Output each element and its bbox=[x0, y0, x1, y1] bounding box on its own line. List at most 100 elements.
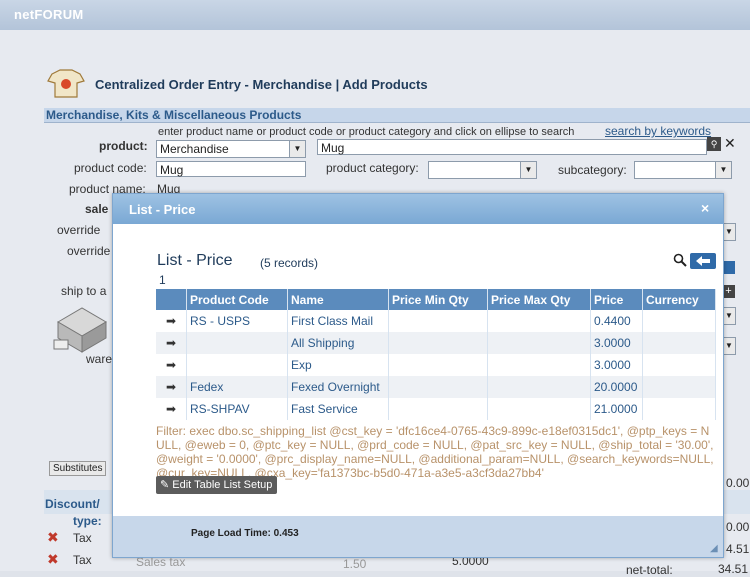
product-label: product: bbox=[99, 139, 148, 153]
product-code-cell: RS - USPS bbox=[186, 310, 288, 332]
right-value: 0.00 bbox=[726, 476, 750, 490]
edit-table-list-setup-button[interactable]: ✎ Edit Table List Setup bbox=[156, 476, 278, 494]
subcategory-select[interactable]: ▼ bbox=[634, 161, 732, 179]
max-qty-cell bbox=[487, 354, 591, 376]
list-title: List - Price bbox=[157, 252, 233, 269]
magnifier-icon[interactable] bbox=[673, 253, 687, 267]
override-label: override bbox=[57, 223, 101, 237]
edit-button-label: Edit Table List Setup bbox=[172, 479, 273, 491]
currency-cell bbox=[642, 398, 716, 420]
tshirt-icon bbox=[47, 69, 85, 98]
column-header[interactable]: Name bbox=[287, 289, 389, 310]
price-cell: 20.0000 bbox=[590, 376, 643, 398]
top-bar bbox=[0, 0, 750, 30]
table-row[interactable]: ➡ RS - USPS First Class Mail 0.4400 bbox=[156, 310, 716, 332]
min-qty-cell bbox=[388, 332, 488, 354]
net-total-label: net-total: bbox=[626, 563, 673, 577]
currency-cell bbox=[642, 354, 716, 376]
page-load-time: Page Load Time: 0.453 bbox=[191, 528, 299, 539]
currency-cell bbox=[642, 376, 716, 398]
product-search-input[interactable]: Mug bbox=[317, 139, 707, 155]
column-header[interactable]: Currency bbox=[642, 289, 716, 310]
page-number-link[interactable]: 1 bbox=[159, 273, 166, 287]
product-type-select[interactable]: Merchandise ▼ bbox=[156, 140, 306, 158]
right-value: 34.51 bbox=[718, 562, 749, 576]
select-arrow-icon[interactable]: ➡ bbox=[156, 332, 187, 354]
column-header[interactable]: Price bbox=[590, 289, 643, 310]
product-code-input[interactable]: Mug bbox=[156, 161, 306, 177]
name-cell: All Shipping bbox=[287, 332, 389, 354]
warehouse-label: ware bbox=[86, 352, 113, 366]
product-code-cell: Fedex bbox=[186, 376, 288, 398]
delete-icon[interactable]: ✖ bbox=[47, 529, 59, 546]
max-qty-cell bbox=[487, 310, 591, 332]
search-hint: enter product name or product code or pr… bbox=[158, 126, 575, 138]
resize-handle-icon[interactable]: ◢ bbox=[710, 543, 718, 554]
table-row[interactable]: ➡ RS-SHPAV Fast Service 21.0000 bbox=[156, 398, 716, 420]
right-value: 4.51 bbox=[726, 542, 750, 556]
price-list-table: Product Code Name Price Min Qty Price Ma… bbox=[156, 289, 716, 420]
max-qty-cell bbox=[487, 398, 591, 420]
table-header-row: Product Code Name Price Min Qty Price Ma… bbox=[156, 289, 716, 310]
min-qty-cell bbox=[388, 310, 488, 332]
name-cell: First Class Mail bbox=[287, 310, 389, 332]
product-code-cell bbox=[186, 354, 288, 376]
override-select[interactable]: ▼ bbox=[722, 223, 736, 241]
warehouse-select[interactable]: ▼ bbox=[722, 337, 736, 355]
record-count: (5 records) bbox=[260, 256, 319, 270]
column-header[interactable]: Price Max Qty bbox=[487, 289, 591, 310]
price-cell: 0.4400 bbox=[590, 310, 643, 332]
back-button[interactable] bbox=[690, 253, 716, 269]
warehouse-icon bbox=[53, 307, 107, 353]
name-cell: Fexed Overnight bbox=[287, 376, 389, 398]
currency-cell bbox=[642, 332, 716, 354]
name-cell: Fast Service bbox=[287, 398, 389, 420]
delete-icon[interactable]: ✖ bbox=[47, 551, 59, 568]
select-arrow-icon[interactable]: ➡ bbox=[156, 398, 187, 420]
product-code-cell: RS-SHPAV bbox=[186, 398, 288, 420]
table-row[interactable]: ➡ Fedex Fexed Overnight 20.0000 bbox=[156, 376, 716, 398]
min-qty-cell bbox=[388, 354, 488, 376]
clear-icon[interactable]: ✕ bbox=[724, 135, 736, 152]
price-cell: 3.0000 bbox=[590, 354, 643, 376]
product-category-label: product category: bbox=[326, 161, 419, 175]
chevron-down-icon: ▼ bbox=[715, 162, 731, 178]
max-qty-cell bbox=[487, 376, 591, 398]
search-by-keywords-link[interactable]: search by keywords bbox=[605, 124, 711, 138]
table-row[interactable]: ➡ All Shipping 3.0000 bbox=[156, 332, 716, 354]
min-qty-cell bbox=[388, 398, 488, 420]
section-title: Merchandise, Kits & Miscellaneous Produc… bbox=[46, 108, 302, 122]
dialog-header bbox=[113, 194, 723, 224]
list-price-dialog: List - Price × List - Price (5 records) … bbox=[112, 193, 724, 558]
column-header[interactable]: Product Code bbox=[186, 289, 288, 310]
arrow-left-icon bbox=[696, 256, 710, 266]
select-arrow-icon[interactable]: ➡ bbox=[156, 354, 187, 376]
select-arrow-icon[interactable]: ➡ bbox=[156, 310, 187, 332]
chevron-down-icon: ▼ bbox=[520, 162, 536, 178]
tax-label: Tax bbox=[73, 531, 92, 545]
chevron-down-icon: ▼ bbox=[289, 141, 305, 157]
product-type-value: Merchandise bbox=[160, 142, 229, 156]
dialog-title: List - Price bbox=[129, 202, 196, 217]
price-cell: 3.0000 bbox=[590, 332, 643, 354]
page-title: Centralized Order Entry - Merchandise | … bbox=[95, 77, 428, 92]
tax-label: Tax bbox=[73, 553, 92, 567]
sale-label: sale bbox=[85, 202, 109, 216]
ellipsis-search-icon[interactable]: ⚲ bbox=[707, 137, 721, 151]
min-qty-cell bbox=[388, 376, 488, 398]
type-label: type: bbox=[73, 514, 102, 528]
currency-cell bbox=[642, 310, 716, 332]
ship-to-label: ship to a bbox=[61, 284, 107, 298]
right-value: 0.00 bbox=[726, 520, 750, 534]
close-icon[interactable]: × bbox=[701, 200, 709, 216]
product-code-cell bbox=[186, 332, 288, 354]
edit-icon: ✎ bbox=[160, 479, 170, 491]
app-brand: netFORUM bbox=[14, 7, 84, 22]
select-arrow-icon[interactable]: ➡ bbox=[156, 376, 187, 398]
max-qty-cell bbox=[487, 332, 591, 354]
table-row[interactable]: ➡ Exp 3.0000 bbox=[156, 354, 716, 376]
column-header[interactable]: Price Min Qty bbox=[388, 289, 488, 310]
product-category-select[interactable]: ▼ bbox=[428, 161, 537, 179]
ship-select[interactable]: ▼ bbox=[722, 307, 736, 325]
substitutes-button[interactable]: Substitutes bbox=[49, 461, 107, 476]
